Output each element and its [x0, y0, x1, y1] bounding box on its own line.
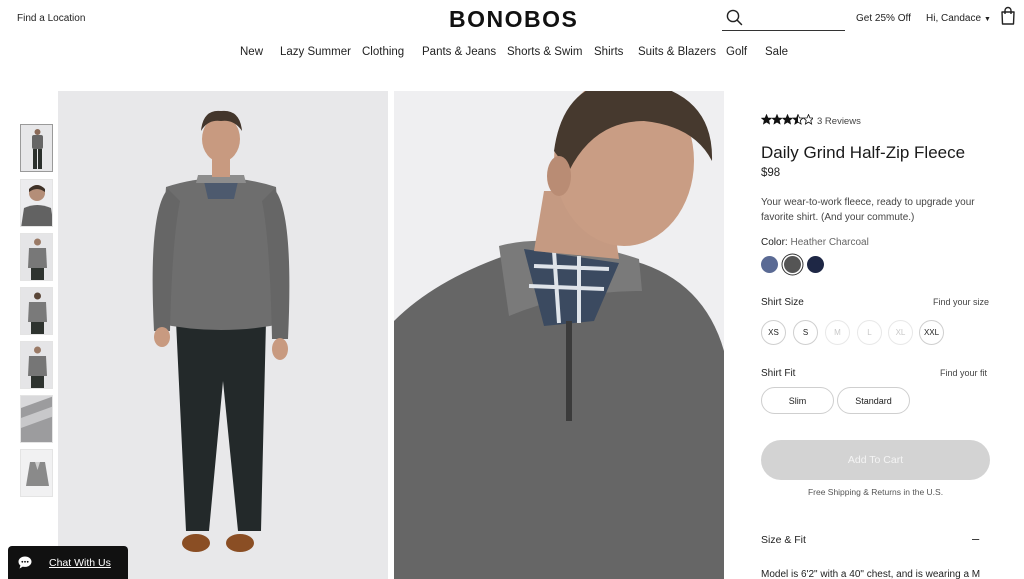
thumbnail-5[interactable] — [20, 341, 53, 389]
add-to-cart-button[interactable]: Add To Cart — [761, 440, 990, 480]
star-rating-icon — [760, 113, 815, 125]
product-image-closeup[interactable] — [394, 91, 724, 579]
chat-bubble-icon — [18, 556, 32, 569]
model-info: Model is 6'2" with a 40" chest, and is w… — [761, 569, 981, 579]
product-title: Daily Grind Half-Zip Fleece — [761, 143, 966, 162]
color-swatch-blue[interactable] — [761, 256, 778, 273]
chat-with-us-button[interactable]: Chat With Us — [8, 546, 128, 579]
bonobos-logo[interactable]: BONOBOS — [449, 6, 578, 33]
nav-item-pants-jeans[interactable]: Pants & Jeans — [422, 46, 496, 58]
thumbnail-3[interactable] — [20, 233, 53, 281]
nav-item-clothing[interactable]: Clothing — [362, 46, 404, 58]
thumbnail-4[interactable] — [20, 287, 53, 335]
color-swatch-heather-charcoal[interactable] — [784, 256, 801, 273]
product-description: Your wear-to-work fleece, ready to upgra… — [761, 197, 975, 223]
find-your-size-link[interactable]: Find your size — [933, 297, 989, 307]
shipping-note: Free Shipping & Returns in the U.S. — [807, 487, 944, 497]
fit-option-slim[interactable]: Slim — [761, 387, 834, 414]
rating-stars[interactable] — [760, 113, 815, 128]
promo-link[interactable]: Get 25% Off — [856, 13, 911, 24]
color-label-row: Color: Heather Charcoal — [761, 237, 869, 248]
find-your-fit-link[interactable]: Find your fit — [940, 368, 987, 378]
search-input[interactable] — [748, 8, 842, 28]
search-bar[interactable] — [722, 6, 845, 31]
nav-item-sale[interactable]: Sale — [765, 46, 788, 58]
size-option-s[interactable]: S — [793, 320, 818, 345]
nav-item-new[interactable]: New — [240, 46, 263, 58]
chevron-down-icon: ▼ — [984, 16, 991, 23]
size-option-xs[interactable]: XS — [761, 320, 786, 345]
color-value: Heather Charcoal — [790, 237, 869, 248]
nav-item-shorts-swim[interactable]: Shorts & Swim — [507, 46, 582, 58]
shirt-fit-label: Shirt Fit — [761, 368, 796, 379]
thumbnail-6[interactable] — [20, 395, 53, 443]
nav-item-shirts[interactable]: Shirts — [594, 46, 623, 58]
thumbnail-1[interactable] — [20, 124, 53, 172]
shopping-bag-icon[interactable] — [1000, 6, 1016, 26]
search-icon[interactable] — [726, 9, 743, 26]
account-menu[interactable]: Hi, Candace ▼ — [926, 13, 991, 24]
account-greeting: Hi, Candace — [926, 13, 982, 24]
collapse-icon[interactable]: – — [972, 531, 979, 546]
size-option-m[interactable]: M — [825, 320, 850, 345]
color-swatch-navy[interactable] — [807, 256, 824, 273]
product-price: $98 — [761, 167, 781, 179]
nav-item-lazy-summer[interactable]: Lazy Summer — [280, 46, 351, 58]
shirt-size-label: Shirt Size — [761, 297, 804, 308]
nav-item-golf[interactable]: Golf — [726, 46, 747, 58]
size-option-xxl[interactable]: XXL — [919, 320, 944, 345]
size-fit-heading[interactable]: Size & Fit — [761, 534, 806, 546]
top-bar: Find a Location BONOBOS Get 25% Off Hi, … — [0, 0, 1024, 40]
main-nav: New Lazy Summer Clothing Pants & Jeans S… — [0, 46, 1024, 62]
product-image-full-body[interactable] — [58, 91, 388, 579]
find-location-link[interactable]: Find a Location — [17, 13, 85, 24]
color-label: Color: — [761, 237, 788, 248]
size-option-xl[interactable]: XL — [888, 320, 913, 345]
nav-item-suits-blazers[interactable]: Suits & Blazers — [638, 46, 716, 58]
size-option-l[interactable]: L — [857, 320, 882, 345]
chat-label: Chat With Us — [49, 557, 111, 569]
thumbnail-2[interactable] — [20, 179, 53, 227]
reviews-link[interactable]: 3 Reviews — [817, 116, 861, 127]
fit-option-standard[interactable]: Standard — [837, 387, 910, 414]
thumbnail-7[interactable] — [20, 449, 53, 497]
